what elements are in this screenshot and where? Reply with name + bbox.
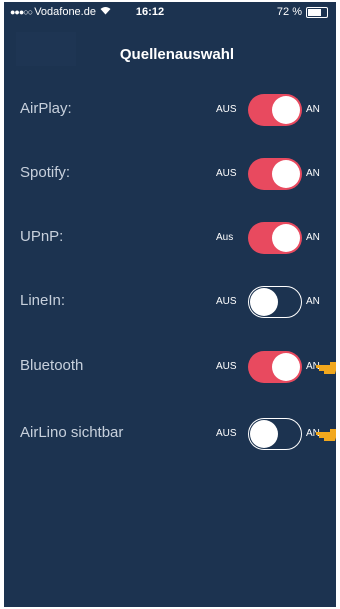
page-title: Quellenauswahl xyxy=(119,46,235,63)
setting-row-linein: LineIn: AUS AN xyxy=(4,282,336,322)
toggle-knob xyxy=(272,224,300,252)
spotify-toggle[interactable] xyxy=(248,158,302,190)
setting-label: LineIn: xyxy=(20,292,66,309)
pointing-hand-icon xyxy=(316,362,336,374)
toggle-off-label: AUS xyxy=(216,428,237,439)
toggle-on-label: AN xyxy=(306,104,320,115)
toggle-knob xyxy=(272,96,300,124)
battery-icon xyxy=(306,6,328,18)
upnp-toggle[interactable] xyxy=(248,222,302,254)
setting-row-upnp: UPnP: Aus AN xyxy=(4,218,336,258)
setting-label: AirLino sichtbar xyxy=(20,424,124,441)
status-right: 72 % xyxy=(277,6,328,18)
toggle-knob xyxy=(250,419,278,448)
setting-row-airlino-visible: AirLino sichtbar AUS AN xyxy=(4,414,336,454)
toggle-off-label: AUS xyxy=(216,296,237,307)
setting-row-spotify: Spotify: AUS AN xyxy=(4,154,336,194)
setting-row-bluetooth: Bluetooth AUS AN xyxy=(4,347,336,387)
pointing-hand-icon xyxy=(316,429,336,441)
toggle-off-label: AUS xyxy=(216,104,237,115)
bluetooth-toggle[interactable] xyxy=(248,351,302,383)
battery-percent: 72 % xyxy=(276,6,302,18)
toggle-off-label: AUS xyxy=(216,168,237,179)
setting-row-airplay: AirPlay: AUS AN xyxy=(4,90,336,130)
toggle-on-label: AN xyxy=(306,168,320,179)
toggle-knob xyxy=(272,160,300,188)
toggle-off-label: Aus xyxy=(216,232,234,243)
toggle-on-label: AN xyxy=(306,296,320,307)
toggle-on-label: AN xyxy=(306,232,320,243)
battery-fill xyxy=(308,8,321,16)
setting-label: Spotify: xyxy=(20,164,71,181)
toggle-off-label: AUS xyxy=(216,361,237,372)
status-bar: ●●●○○ Vodafone.de 16:12 72 % xyxy=(4,2,336,24)
toggle-knob xyxy=(272,353,300,381)
toggle-knob xyxy=(250,287,278,316)
airlino-visible-toggle[interactable] xyxy=(248,418,302,450)
setting-label: Bluetooth xyxy=(20,357,84,374)
setting-label: UPnP: xyxy=(20,228,64,245)
linein-toggle[interactable] xyxy=(248,286,302,318)
setting-label: AirPlay: xyxy=(20,100,72,117)
app-screen: ●●●○○ Vodafone.de 16:12 72 % Quellenausw… xyxy=(4,2,336,607)
airplay-toggle[interactable] xyxy=(248,94,302,126)
